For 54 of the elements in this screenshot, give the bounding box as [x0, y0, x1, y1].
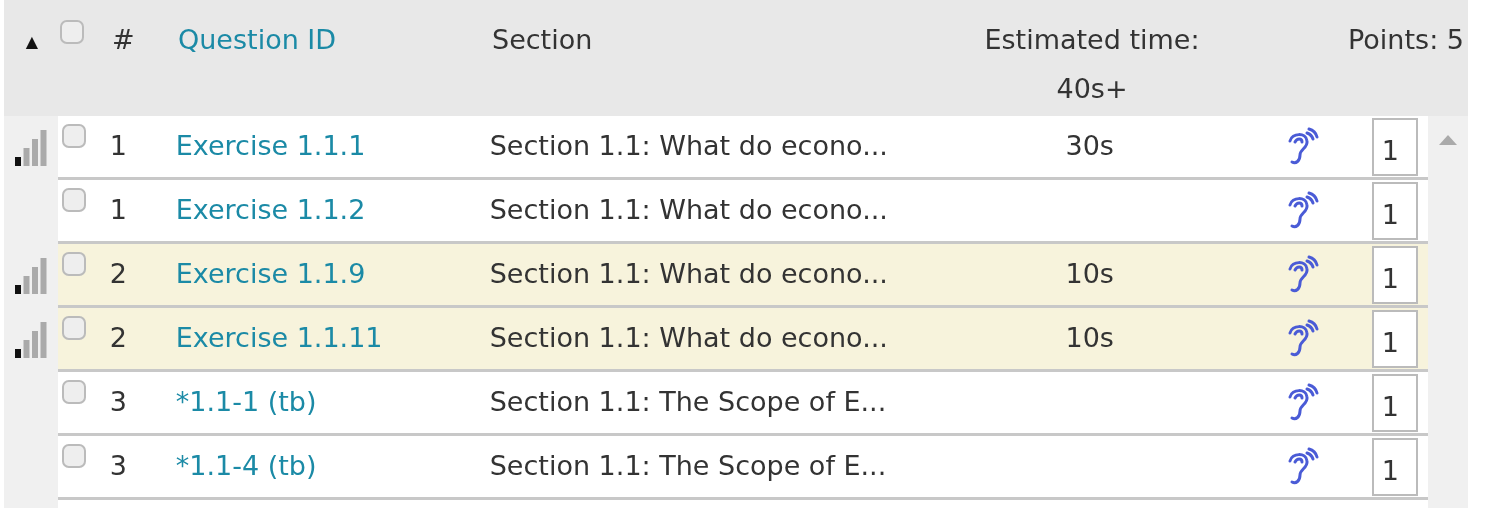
points-field[interactable]: 1	[1371, 309, 1418, 368]
total-time: 40s+	[1056, 71, 1128, 106]
column-header: #	[112, 23, 136, 57]
checkbox[interactable]	[61, 124, 86, 148]
question-link[interactable]: *1.1-4 (tb)	[175, 450, 317, 482]
column-header: Points: 5	[1348, 23, 1464, 57]
question-link[interactable]: Exercise 1.1.9	[175, 258, 366, 290]
ear-icon[interactable]	[1286, 190, 1321, 231]
column-header: Section	[492, 23, 594, 57]
question-link[interactable]: Exercise 1.1.1	[175, 130, 366, 162]
table-row[interactable]: 3 *1.1-4 (tb) Section 1.1: The Scope of E... 1	[57, 436, 1428, 500]
ear-icon[interactable]	[1286, 318, 1321, 359]
checkbox[interactable]	[61, 444, 86, 468]
points-field[interactable]: 1	[1371, 181, 1418, 240]
table-row[interactable]: 2 Exercise 1.1.9 Section 1.1: What do econo... 10s 1	[57, 244, 1428, 308]
ear-icon[interactable]	[1286, 382, 1321, 423]
table-cell-text: Section 1.1: What do econo...	[489, 129, 889, 164]
ear-icon[interactable]	[1286, 126, 1321, 167]
points-field[interactable]: 1	[1371, 117, 1418, 176]
row-number: 3	[109, 449, 128, 484]
table-cell-text: Section 1.1: What do econo...	[489, 321, 889, 356]
table-row[interactable]: 2 Exercise 1.1.11 Section 1.1: What do econo... 10s 1	[57, 308, 1428, 372]
table-row[interactable]: 1 Exercise 1.1.2 Section 1.1: What do econo... 1	[57, 180, 1428, 244]
table-row[interactable]: 1 Exercise 1.1.1 Section 1.1: What do econo... 30s 1	[57, 116, 1428, 180]
checkbox[interactable]	[61, 380, 86, 404]
time-cell: 10s	[1065, 258, 1114, 290]
time-cell: 10s	[1065, 322, 1114, 354]
question-link[interactable]: *1.1-1 (tb)	[175, 386, 317, 418]
ear-icon[interactable]	[1286, 254, 1321, 295]
scroll-up-icon[interactable]	[1437, 134, 1458, 146]
column-header: Estimated time:	[984, 23, 1200, 57]
question-link[interactable]: Exercise 1.1.11	[175, 322, 383, 354]
table-cell-text: Section 1.1: What do econo...	[489, 257, 889, 292]
checkbox[interactable]	[61, 188, 86, 212]
sort-indicator[interactable]: ▲	[4, 20, 60, 54]
points-field[interactable]: 1	[1371, 373, 1418, 432]
table-cell-text: Section 1.1: What do econo...	[489, 193, 889, 228]
row-number: 2	[109, 257, 128, 292]
table-cell-text: Section 1.1: The Scope of E...	[489, 385, 888, 420]
row-number: 3	[109, 385, 128, 420]
table-row[interactable]: 3 *1.1-1 (tb) Section 1.1: The Scope of E... 1	[57, 372, 1428, 436]
table-cell-text: Section 1.1: The Scope of E...	[489, 449, 888, 484]
ear-icon[interactable]	[1286, 446, 1321, 487]
row-number: 2	[109, 321, 128, 356]
row-number: 1	[109, 129, 128, 164]
row-number: 1	[109, 193, 128, 228]
checkbox[interactable]	[60, 20, 84, 44]
question-link[interactable]: Exercise 1.1.2	[175, 194, 366, 226]
checkbox[interactable]	[61, 316, 86, 340]
scrollbar[interactable]	[1427, 116, 1468, 508]
time-cell: 30s	[1065, 130, 1114, 162]
points-field[interactable]: 1	[1371, 245, 1418, 304]
points-field[interactable]: 1	[1371, 437, 1418, 496]
checkbox[interactable]	[61, 252, 86, 276]
